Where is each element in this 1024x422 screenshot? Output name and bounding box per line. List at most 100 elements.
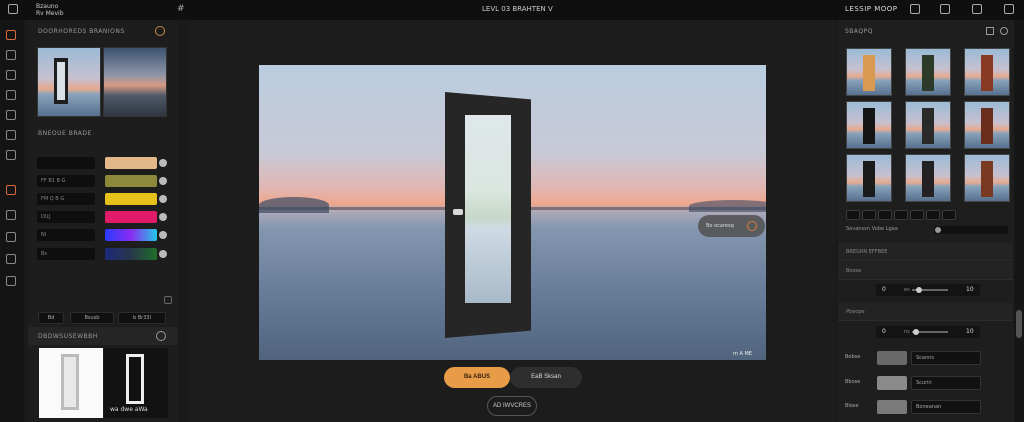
chip-track-knob[interactable] <box>935 227 941 233</box>
swatch-color[interactable] <box>105 229 157 241</box>
swatch-color[interactable] <box>105 157 157 169</box>
panel-settings-icon[interactable] <box>155 26 165 36</box>
history-tool-icon[interactable] <box>6 276 16 286</box>
swatch-section-title: BNEOUE BRADE <box>38 130 92 137</box>
transform-tool-icon[interactable] <box>6 70 16 80</box>
swatch-label[interactable]: FM Q B G <box>37 193 95 205</box>
door-style-option[interactable] <box>846 48 892 96</box>
layers-tool-icon[interactable] <box>6 130 16 140</box>
segment-1[interactable]: Bsusb <box>70 312 114 324</box>
effect-row[interactable]: BREGRN EFFBEE <box>838 243 1013 261</box>
crop-tool-icon[interactable] <box>6 50 16 60</box>
door-style-option[interactable] <box>846 101 892 149</box>
swatch-picker-icon[interactable] <box>159 250 167 258</box>
option-swatch[interactable] <box>877 400 907 414</box>
door-style-option[interactable] <box>964 154 1010 202</box>
grid-view-icon[interactable] <box>986 27 994 35</box>
image-canvas[interactable]: m A ME <box>259 65 766 360</box>
share-icon[interactable] <box>910 4 920 14</box>
option-value[interactable]: Scurin <box>911 376 981 390</box>
swatch-color[interactable] <box>105 175 157 187</box>
top-right-label[interactable]: LESSIP MOOP <box>845 5 898 13</box>
swatch-picker-icon[interactable] <box>159 231 167 239</box>
slider-1[interactable]: 0 es 10 <box>876 284 980 296</box>
outline-action-button[interactable]: AD IWVCRES <box>487 396 537 416</box>
thumbnail-alternate[interactable] <box>103 47 167 117</box>
swatch-row[interactable]: FF B1 B G <box>37 175 169 187</box>
eraser-tool-icon[interactable] <box>6 110 16 120</box>
swatch-row[interactable]: NI <box>37 229 169 241</box>
segment-0[interactable]: Bd <box>38 312 64 324</box>
primary-action-button[interactable]: Ba ABUS <box>444 367 510 388</box>
door-style-option[interactable] <box>964 48 1010 96</box>
expand-icon[interactable] <box>164 296 172 304</box>
door-style-option[interactable] <box>905 154 951 202</box>
swatch-label[interactable]: DUJ <box>37 211 95 223</box>
swatch-label[interactable]: FF B1 B G <box>37 175 95 187</box>
swatch-color[interactable] <box>105 193 157 205</box>
account-icon[interactable] <box>1004 4 1014 14</box>
section-gear-icon[interactable] <box>156 331 166 341</box>
settings-icon[interactable] <box>972 4 982 14</box>
pbeope-row[interactable]: Pbeope <box>838 303 1013 321</box>
option-row[interactable]: Blese Boneanan <box>845 400 981 414</box>
chip-5[interactable] <box>926 210 940 220</box>
swatch-row[interactable]: DUJ <box>37 211 169 223</box>
option-label: Bebse <box>845 354 861 360</box>
right-scrollbar[interactable] <box>1014 20 1024 422</box>
door-style-option[interactable] <box>846 154 892 202</box>
swatch-row[interactable]: FM Q B G <box>37 193 169 205</box>
refresh-icon[interactable] <box>1000 27 1008 35</box>
option-row[interactable]: Bbose Scurin <box>845 376 981 390</box>
swatch-label[interactable]: NI <box>37 229 95 241</box>
app-menu-icon[interactable] <box>8 4 18 14</box>
swatch-row[interactable]: Bs <box>37 248 169 260</box>
door-style-option[interactable] <box>905 101 951 149</box>
door-option-black[interactable]: wa dwe aWa <box>104 348 168 418</box>
door-option-white[interactable] <box>39 348 103 418</box>
text-tool-icon[interactable] <box>6 150 16 160</box>
hash-icon[interactable]: # <box>177 4 185 14</box>
slider-2-max: 10 <box>966 328 974 335</box>
option-swatch[interactable] <box>877 376 907 390</box>
chip-track[interactable] <box>934 226 1008 234</box>
option-swatch[interactable] <box>877 351 907 365</box>
export-icon[interactable] <box>940 4 950 14</box>
adjust-tool-icon[interactable] <box>6 254 16 264</box>
slider-2-knob[interactable] <box>912 329 919 335</box>
option-row[interactable]: Bebse Scanns <box>845 351 981 365</box>
scrollbar-thumb[interactable] <box>1016 310 1022 338</box>
color-tool-icon[interactable] <box>6 185 16 195</box>
boose-row[interactable]: Boose <box>838 262 1013 280</box>
secondary-action-button[interactable]: EaB Sksan <box>510 367 582 388</box>
chip-1[interactable] <box>862 210 876 220</box>
thumbnail-current[interactable] <box>37 47 101 117</box>
swatch-color[interactable] <box>105 211 157 223</box>
slider-1-knob[interactable] <box>916 287 923 293</box>
door-style-option[interactable] <box>905 48 951 96</box>
mask-tool-icon[interactable] <box>6 210 16 220</box>
swatch-picker-icon[interactable] <box>159 195 167 203</box>
swatch-picker-icon[interactable] <box>159 159 167 167</box>
swatch-color[interactable] <box>105 248 157 260</box>
brush-tool-icon[interactable] <box>6 90 16 100</box>
select-tool-icon[interactable] <box>6 30 16 40</box>
chip-6[interactable] <box>942 210 956 220</box>
chip-0[interactable] <box>846 210 860 220</box>
grid-tool-icon[interactable] <box>6 232 16 242</box>
canvas-hint-pill[interactable]: Bo ocaresq <box>698 215 765 237</box>
door-style-option[interactable] <box>964 101 1010 149</box>
chip-3[interactable] <box>894 210 908 220</box>
swatch-label[interactable]: Bs <box>37 248 95 260</box>
segment-2[interactable]: b Br33l <box>118 312 166 324</box>
swatch-picker-icon[interactable] <box>159 213 167 221</box>
chip-4[interactable] <box>910 210 924 220</box>
option-value[interactable]: Scanns <box>911 351 981 365</box>
option-value[interactable]: Boneanan <box>911 400 981 414</box>
swatch-label[interactable] <box>37 157 95 169</box>
brand: Bzauno Rv Mevib <box>36 3 64 17</box>
chip-2[interactable] <box>878 210 892 220</box>
slider-2[interactable]: 0 ns 10 <box>876 326 980 338</box>
swatch-row[interactable] <box>37 157 169 169</box>
swatch-picker-icon[interactable] <box>159 177 167 185</box>
